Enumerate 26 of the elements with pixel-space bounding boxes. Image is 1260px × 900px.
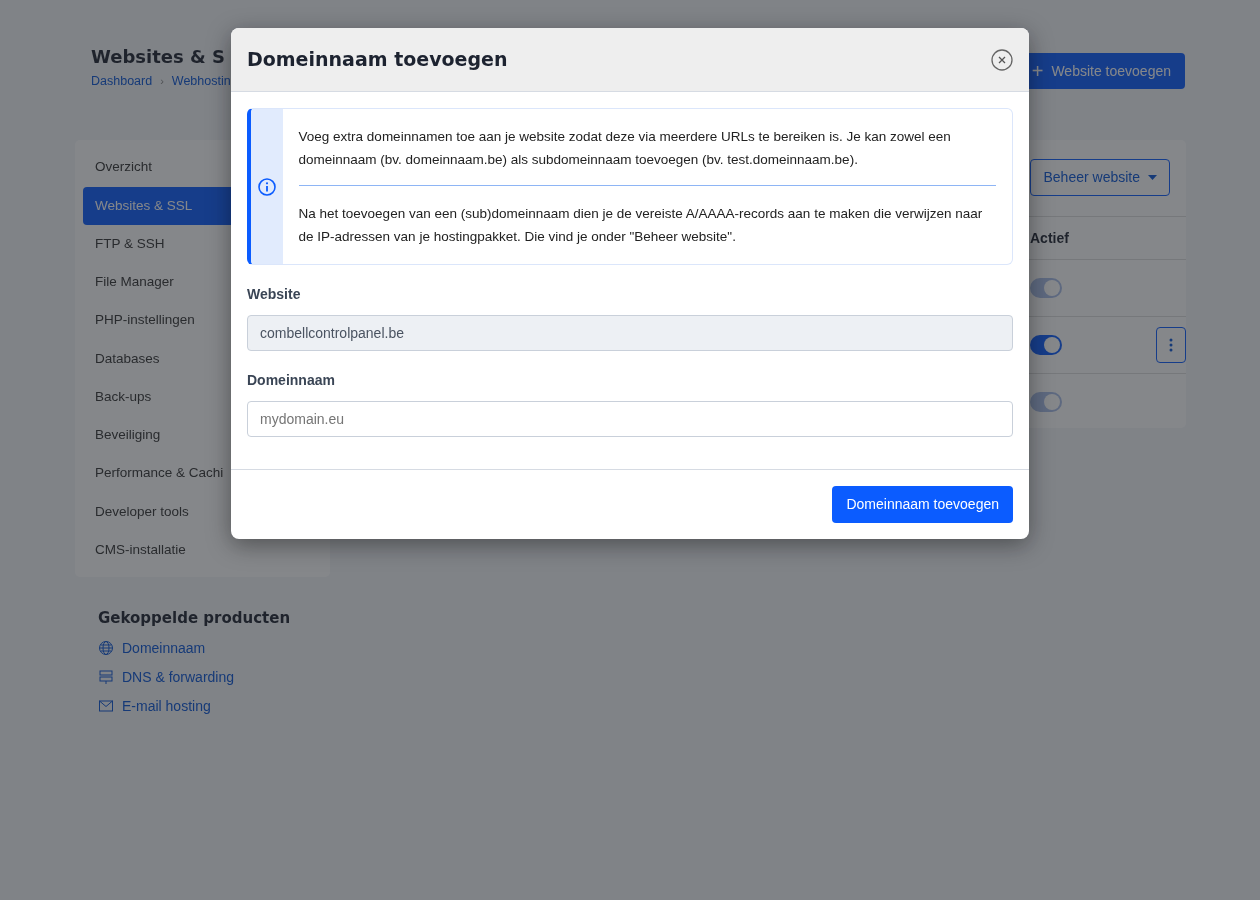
- toggle-switch[interactable]: [1030, 335, 1062, 356]
- breadcrumb-link[interactable]: Webhostin: [171, 71, 231, 91]
- product-link[interactable]: DNS & forwarding: [122, 666, 235, 688]
- input-field[interactable]: mydomain.eu: [247, 401, 1013, 437]
- envelope-icon: [98, 698, 114, 715]
- breadcrumb-separator: ›: [160, 73, 164, 89]
- manage-website-dropdown[interactable]: Beheer website: [1030, 159, 1170, 197]
- field-label: Domeinnaam: [247, 371, 336, 390]
- signpost-icon: [98, 669, 114, 686]
- product-link[interactable]: Domeinnaam: [122, 637, 206, 659]
- field-label: Website: [247, 285, 302, 304]
- info-icon: [257, 177, 276, 196]
- page-title: Websites & S: [91, 46, 226, 68]
- close-icon[interactable]: [991, 48, 1013, 71]
- modal-title: Domeinnaam toevoegen: [247, 48, 508, 71]
- globe-icon: [98, 640, 114, 657]
- add-domain-button[interactable]: Domeinnaam toevoegen: [832, 486, 1013, 523]
- kebab-icon: [1169, 338, 1173, 353]
- more-options-button[interactable]: [1156, 327, 1186, 364]
- breadcrumb-link[interactable]: Dashboard: [91, 71, 153, 91]
- caret-icon: [1148, 175, 1157, 181]
- column-header: Actief: [1030, 228, 1069, 248]
- sidebar-item[interactable]: CMS-installatie: [83, 530, 322, 570]
- product-link[interactable]: E-mail hosting: [122, 695, 211, 717]
- info-paragraph: Voeg extra domeinnamen toe aan je website zodat deze via meerdere URLs te bereiken is. Je kan zowel een domeinnaam (bv. domeinnaam.be) als subdomeinnaam toevoegen (bv. test.domeinnaam.be).: [298, 128, 952, 169]
- section-title: Gekoppelde producten: [98, 608, 292, 630]
